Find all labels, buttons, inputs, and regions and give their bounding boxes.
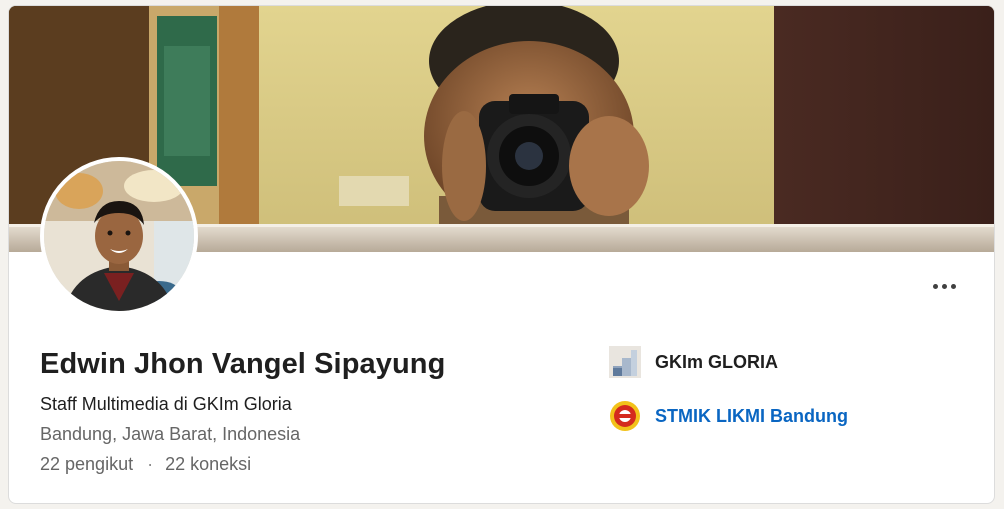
profile-headline: Staff Multimedia di GKIm Gloria — [40, 394, 292, 414]
profile-card: Edwin Jhon Vangel Sipayung Staff Multime… — [8, 5, 995, 504]
org-item-stmik-likmi[interactable]: STMIK LIKMI Bandung — [609, 400, 848, 432]
more-actions-button[interactable] — [926, 272, 962, 300]
profile-organizations: GKIm GLORIA STMIK LIKMI Bandung — [609, 346, 848, 454]
company-logo-placeholder-icon — [609, 346, 641, 378]
org-name: GKIm GLORIA — [655, 351, 779, 372]
profile-name: Edwin Jhon Vangel Sipayung — [40, 348, 446, 380]
org-item-gkim-gloria[interactable]: GKIm GLORIA — [609, 346, 848, 378]
profile-stats: 22 pengikut · 22 koneksi — [40, 452, 445, 476]
stats-separator: · — [147, 454, 154, 474]
profile-avatar[interactable] — [40, 157, 198, 315]
followers-count[interactable]: 22 pengikut — [40, 452, 133, 476]
profile-location: Bandung, Jawa Barat, Indonesia — [40, 424, 301, 444]
more-icon — [932, 283, 956, 289]
org-name: STMIK LIKMI Bandung — [655, 405, 848, 426]
connections-count[interactable]: 22 koneksi — [165, 452, 251, 476]
profile-info: Edwin Jhon Vangel Sipayung Staff Multime… — [40, 344, 445, 476]
school-logo-icon — [609, 400, 641, 432]
